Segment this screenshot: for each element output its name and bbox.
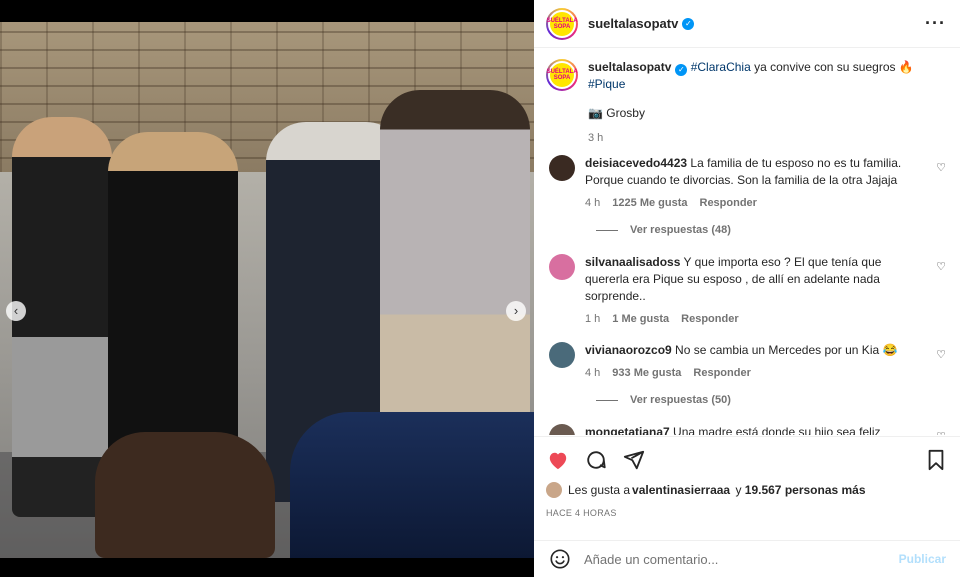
view-replies-button[interactable]: Ver respuestas (50): [596, 394, 948, 406]
commenter-avatar[interactable]: [549, 254, 575, 280]
comment-text: Una madre está donde su hijo sea feliz: [673, 425, 881, 435]
comment-like-heart-icon[interactable]: ♡: [936, 430, 946, 435]
comment-item: silvanaalisadoss Y que importa eso ? El …: [546, 254, 948, 328]
likes-summary: Les gusta a valentinasierraaa y 19.567 p…: [546, 482, 948, 498]
caption-avatar[interactable]: SUÉLTALA SOPA: [546, 59, 578, 91]
reply-button[interactable]: Responder: [700, 195, 757, 212]
commenter-avatar[interactable]: [549, 155, 575, 181]
comment-username[interactable]: deisiacevedo4423: [585, 156, 687, 170]
caption-avatar-text: SUÉLTALA SOPA: [546, 69, 578, 81]
header-username[interactable]: sueltalasopatv: [588, 16, 678, 31]
post-actions: Les gusta a valentinasierraaa y 19.567 p…: [534, 436, 960, 518]
carousel-next-button[interactable]: ›: [506, 301, 526, 321]
comment-username[interactable]: silvanaalisadoss: [585, 255, 680, 269]
comment-likes[interactable]: 1 Me gusta: [612, 311, 669, 328]
comment-text: No se cambia un Mercedes por un Kia 😂: [675, 343, 898, 357]
reply-button[interactable]: Responder: [681, 311, 738, 328]
liker-username[interactable]: valentinasierraaa: [632, 483, 730, 497]
comment-like-heart-icon[interactable]: ♡: [936, 161, 946, 174]
view-replies-label: Ver respuestas (50): [630, 394, 731, 406]
comment-time[interactable]: 1 h: [585, 311, 600, 328]
bookmark-icon[interactable]: [924, 448, 948, 472]
post-photo: ‹ ›: [0, 22, 534, 558]
hashtag-link[interactable]: #ClaraChia: [691, 60, 751, 74]
caption-username[interactable]: sueltalasopatv: [588, 60, 671, 74]
person-tall-man: [380, 90, 530, 420]
reply-button[interactable]: Responder: [693, 365, 750, 382]
paper-plane-icon[interactable]: [622, 448, 646, 472]
post-modal: ‹ › SUÉLTALA SOPA sueltalasopatv ✓ ··· S…: [0, 0, 960, 577]
liker-avatar[interactable]: [546, 482, 562, 498]
comments-list[interactable]: SUÉLTALA SOPA sueltalasopatv ✓ #ClaraChia…: [534, 49, 960, 435]
dog: [95, 432, 275, 558]
caption-text: ya convive con su suegros 🔥: [750, 60, 914, 74]
add-comment-bar: Publicar: [534, 540, 960, 577]
view-replies-label: Ver respuestas (48): [630, 224, 731, 236]
comment-time[interactable]: 4 h: [585, 365, 600, 382]
post-side-panel: SUÉLTALA SOPA sueltalasopatv ✓ ··· SUÉLT…: [534, 0, 960, 577]
comment-likes[interactable]: 1225 Me gusta: [612, 195, 687, 212]
verified-icon: ✓: [675, 64, 688, 76]
commenter-avatar[interactable]: [549, 342, 575, 368]
publish-button[interactable]: Publicar: [899, 552, 946, 566]
caption: SUÉLTALA SOPA sueltalasopatv ✓ #ClaraChia…: [546, 49, 948, 147]
post-time[interactable]: 3 h: [588, 130, 918, 147]
comment-time[interactable]: 4 h: [585, 195, 600, 212]
view-replies-button[interactable]: Ver respuestas (48): [596, 224, 948, 236]
verified-icon: ✓: [682, 17, 695, 30]
likes-count[interactable]: 19.567 personas más: [745, 483, 866, 497]
comment-username[interactable]: mongetatiana7: [585, 425, 670, 435]
person-woman-sweater: [12, 117, 112, 517]
comment-item: deisiacevedo4423 La familia de tu esposo…: [546, 155, 948, 212]
comment-input[interactable]: [584, 551, 899, 567]
post-timestamp[interactable]: HACE 4 HORAS: [546, 508, 948, 518]
more-options-icon[interactable]: ···: [925, 13, 946, 34]
photo-credit: 📷 Grosby: [588, 106, 645, 120]
smiley-icon[interactable]: [548, 547, 572, 571]
comment-like-heart-icon[interactable]: ♡: [936, 260, 946, 273]
car: [290, 412, 534, 558]
likes-joiner: y: [732, 483, 745, 497]
post-header: SUÉLTALA SOPA sueltalasopatv ✓ ···: [534, 0, 960, 48]
comment-likes[interactable]: 933 Me gusta: [612, 365, 681, 382]
comment-like-heart-icon[interactable]: ♡: [936, 348, 946, 361]
comment-item: mongetatiana7 Una madre está donde su hi…: [546, 424, 948, 435]
avatar[interactable]: SUÉLTALA SOPA: [546, 7, 578, 40]
hashtag-link[interactable]: #Pique: [588, 77, 625, 91]
likes-prefix: Les gusta a: [568, 483, 631, 497]
avatar-logo-text: SUÉLTALA SOPA: [546, 17, 578, 30]
carousel-prev-button[interactable]: ‹: [6, 301, 26, 321]
comment-bubble-icon[interactable]: [584, 448, 608, 472]
comment-item: vivianaorozco9 No se cambia un Mercedes …: [546, 342, 948, 382]
commenter-avatar[interactable]: [549, 424, 575, 435]
heart-icon[interactable]: [546, 448, 570, 472]
comment-username[interactable]: vivianaorozco9: [585, 343, 672, 357]
